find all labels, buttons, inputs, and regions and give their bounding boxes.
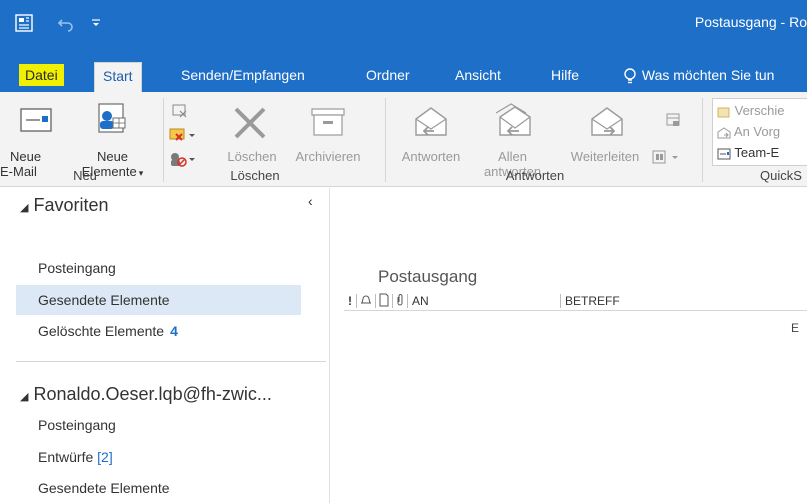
- quickstep-move-to[interactable]: Verschie: [717, 103, 785, 118]
- empty-list-message: E: [790, 321, 799, 335]
- quick-access-toolbar: [14, 12, 102, 34]
- message-list-pane: Postausgang ! AN BETREFF E: [331, 188, 807, 503]
- quicksteps-gallery: Verschie An Vorg Team-E: [712, 98, 807, 166]
- pane-divider: [16, 361, 326, 362]
- forward-envelope-icon: [717, 126, 731, 139]
- delete-icon: [232, 106, 268, 145]
- ribbon: Neue E-Mail Neue Elemente▾ Neu Löschen: [0, 92, 807, 187]
- tab-start[interactable]: Start: [94, 62, 142, 92]
- team-email-icon: [717, 148, 731, 160]
- archive-button[interactable]: Archivieren: [288, 149, 368, 164]
- draft-count: [2]: [97, 449, 113, 465]
- nav-fav-posteingang[interactable]: Posteingang: [16, 253, 301, 283]
- customize-qat-icon[interactable]: [90, 13, 102, 33]
- new-email-icon: [20, 107, 52, 138]
- group-label-loeschen: Löschen: [230, 168, 280, 183]
- new-items-icon: [93, 102, 129, 139]
- column-divider: [560, 294, 561, 308]
- account-header[interactable]: ◢ Ronaldo.Oeser.lqb@fh-zwic...: [20, 384, 272, 405]
- to-column[interactable]: AN: [412, 294, 429, 308]
- folder-label: Posteingang: [38, 417, 116, 433]
- column-divider: [407, 294, 408, 308]
- tab-senden-empfangen[interactable]: Senden/Empfangen: [173, 62, 313, 92]
- ribbon-separator: [163, 98, 164, 182]
- column-divider: [375, 294, 376, 308]
- cleanup-icon[interactable]: [168, 126, 198, 149]
- group-label-quicksteps: QuickS: [760, 168, 802, 183]
- attachment-icon[interactable]: [395, 293, 405, 310]
- folder-label: Gesendete Elemente: [38, 480, 170, 496]
- reply-all-label-1: Allen: [498, 149, 527, 164]
- document-icon[interactable]: [378, 293, 390, 310]
- meeting-reply-icon[interactable]: [664, 112, 684, 133]
- quickstep-to-manager-label: An Vorg: [733, 124, 781, 139]
- folder-title: Postausgang: [378, 267, 478, 286]
- folder-label: Gelöschte Elemente: [38, 323, 165, 339]
- collapse-triangle-icon: ◢: [20, 391, 29, 403]
- new-items-label-1: Neue: [96, 149, 129, 164]
- dropdown-arrow-icon: ▾: [138, 168, 144, 178]
- column-divider: [392, 294, 393, 308]
- window-title: Postausgang - Ro: [694, 14, 807, 30]
- delete-button[interactable]: Löschen: [219, 149, 285, 164]
- group-label-neu: Neu: [73, 168, 97, 183]
- folder-label: Posteingang: [38, 260, 116, 276]
- reply-all-icon: [492, 101, 534, 144]
- reply-icon: [412, 105, 450, 144]
- quickstep-to-manager[interactable]: An Vorg: [717, 124, 780, 139]
- move-to-folder-icon: [717, 106, 731, 118]
- archive-icon: [310, 107, 346, 142]
- quickstep-team-email[interactable]: Team-E: [717, 145, 779, 160]
- forward-icon: [588, 105, 626, 144]
- unread-count: 4: [170, 323, 178, 339]
- lightbulb-icon: [622, 67, 638, 85]
- undo-icon[interactable]: [56, 13, 76, 33]
- quickstep-team-email-label: Team-E: [734, 145, 780, 160]
- tab-ansicht[interactable]: Ansicht: [447, 62, 509, 92]
- subject-column[interactable]: BETREFF: [565, 294, 620, 308]
- column-divider: [356, 294, 357, 308]
- folder-label: Entwürfe: [38, 449, 94, 465]
- reminder-bell-icon[interactable]: [359, 293, 373, 310]
- quickstep-move-to-label: Verschie: [734, 103, 785, 118]
- folder-pane: ◢ Favoriten ‹ Posteingang Gesendete Elem…: [0, 188, 330, 503]
- ribbon-separator: [702, 98, 703, 182]
- folder-label: Gesendete Elemente: [38, 292, 170, 308]
- favorites-label: Favoriten: [33, 195, 109, 215]
- reply-button[interactable]: Antworten: [395, 149, 467, 164]
- tell-me-box[interactable]: Was möchten Sie tun: [614, 62, 782, 92]
- title-bar: Postausgang - Ro: [0, 0, 807, 54]
- nav-gesendete[interactable]: Gesendete Elemente: [16, 473, 301, 503]
- ignore-icon[interactable]: [170, 102, 190, 125]
- message-list-header: ! AN BETREFF: [344, 291, 807, 311]
- junk-icon[interactable]: [168, 150, 198, 173]
- collapse-triangle-icon: ◢: [20, 202, 29, 214]
- group-label-antworten: Antworten: [505, 168, 565, 183]
- forward-button[interactable]: Weiterleiten: [562, 149, 648, 164]
- nav-fav-geloeschte[interactable]: Gelöschte Elemente 4: [16, 316, 301, 346]
- tab-hilfe[interactable]: Hilfe: [543, 62, 587, 92]
- more-reply-options-icon[interactable]: [650, 148, 684, 171]
- ribbon-tabs: Datei Start Senden/Empfangen Ordner Ansi…: [0, 54, 807, 92]
- ribbon-separator: [385, 98, 386, 182]
- nav-fav-gesendete[interactable]: Gesendete Elemente: [16, 285, 301, 315]
- new-email-label-1: Neue: [10, 149, 42, 164]
- importance-column[interactable]: !: [348, 294, 352, 308]
- account-label: Ronaldo.Oeser.lqb@fh-zwic...: [33, 384, 272, 404]
- tell-me-label: Was möchten Sie tun: [641, 67, 775, 83]
- favorites-header[interactable]: ◢ Favoriten: [20, 195, 109, 216]
- collapse-pane-icon[interactable]: ‹: [308, 193, 313, 209]
- nav-posteingang[interactable]: Posteingang: [16, 410, 301, 440]
- nav-entwuerfe[interactable]: Entwürfe [2]: [16, 442, 301, 472]
- outlook-app-icon[interactable]: [14, 13, 34, 33]
- outlook-window: Postausgang - Ro Datei Start Senden/Empf…: [0, 0, 807, 503]
- tab-datei[interactable]: Datei: [19, 64, 64, 86]
- tab-ordner[interactable]: Ordner: [358, 62, 418, 92]
